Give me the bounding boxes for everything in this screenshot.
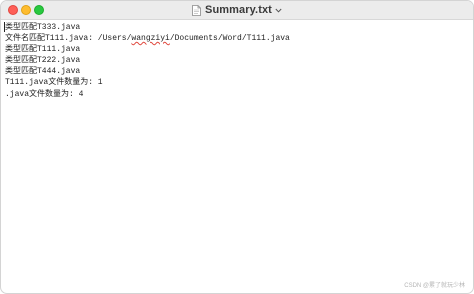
spellcheck-word: wangziyi [131, 34, 170, 44]
document-icon [192, 4, 201, 16]
text-line: T111.java文件数量为: 1 [5, 78, 103, 88]
text-line: 文件名匹配T111.java: /Users/wangziyi/Document… [5, 33, 469, 44]
text-line: 类型匹配T444.java [5, 67, 81, 77]
text-content-area[interactable]: 类型匹配T333.java 文件名匹配T111.java: /Users/wan… [5, 22, 469, 293]
text-line: 类型匹配T222.java [5, 56, 81, 66]
text-line: 类型匹配T333.java [5, 23, 81, 32]
text-editor-window: Summary.txt 类型匹配T333.java 文件名匹配T111.java… [0, 0, 474, 294]
watermark: CSDN @累了就玩少林 [404, 283, 465, 289]
window-title: Summary.txt [205, 4, 272, 16]
chevron-down-icon[interactable] [275, 8, 282, 13]
text-line: 类型匹配T111.java [5, 45, 81, 55]
title-bar[interactable]: Summary.txt [1, 1, 473, 20]
text-line: .java文件数量为: 4 [5, 89, 84, 99]
title-area[interactable]: Summary.txt [1, 1, 473, 19]
text-line-suffix: /Documents/Word/T111.java [169, 34, 290, 44]
text-line-prefix: 文件名匹配T111.java: /Users/ [5, 34, 132, 44]
